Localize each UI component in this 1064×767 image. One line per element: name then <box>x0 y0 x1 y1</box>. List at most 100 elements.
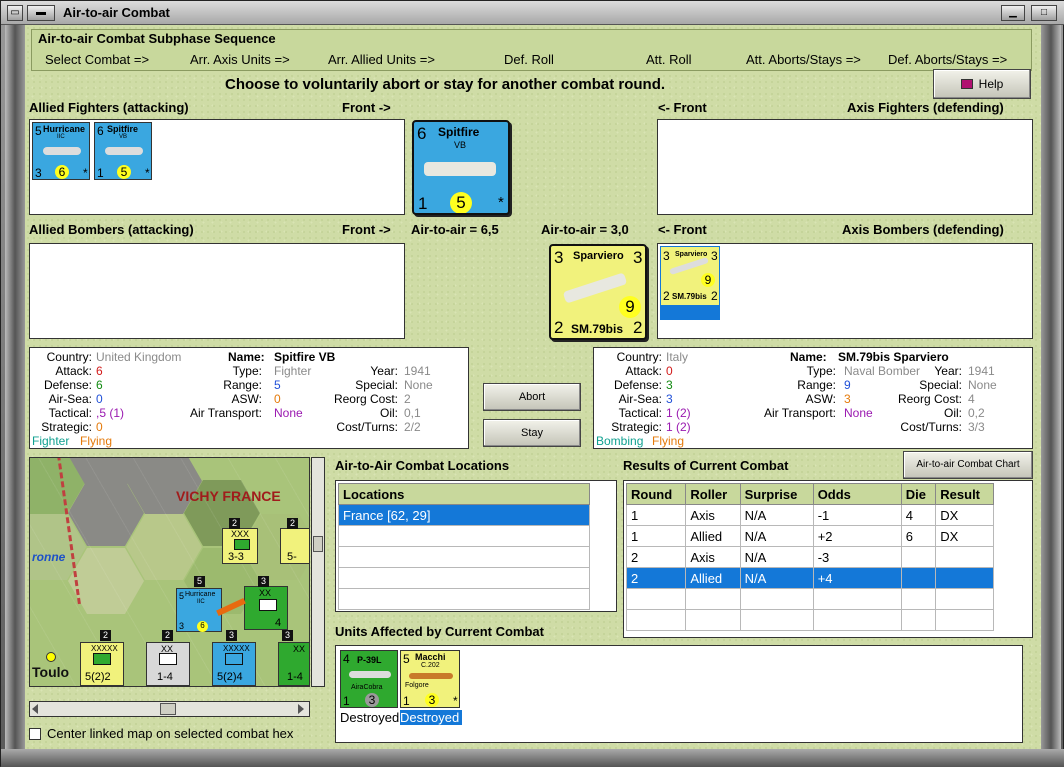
active-axis-counter[interactable]: 3 Sparviero 3 9 2 SM.79bis 2 <box>549 244 647 340</box>
active-allied-counter[interactable]: 6 Spitfire VB 1 5 * <box>412 120 510 215</box>
map-unit-counter[interactable]: XX 1-4 <box>278 642 309 686</box>
front-right-label-2: Front -> <box>342 222 391 237</box>
map-unit-counter[interactable]: XXXXX 5(2)4 <box>212 642 256 686</box>
seq-step: Def. Aborts/Stays => <box>888 52 1008 67</box>
unit-counter[interactable]: 3 Sparviero 3 9 2 SM.79bis 2 <box>660 246 720 320</box>
col-roller: Roller <box>685 483 741 505</box>
frame-right <box>1041 25 1061 761</box>
plane-icon <box>105 147 143 155</box>
front-right-label: Front -> <box>342 100 391 115</box>
spitfire-plane-icon <box>424 162 496 176</box>
range-dot: 9 <box>701 273 715 287</box>
subphase-sequence: Air-to-air Combat Subphase Sequence Sele… <box>31 29 1032 71</box>
map-unit-counter[interactable]: XXX 3-3 <box>222 528 258 564</box>
locations-list[interactable]: Locations France [62, 29] <box>335 480 617 612</box>
range-dot: 5 <box>117 165 131 179</box>
abort-button[interactable]: Abort <box>483 383 581 411</box>
front-left-label-2: <- Front <box>658 222 707 237</box>
unit-type-icon <box>159 653 177 665</box>
col-odds: Odds <box>812 483 902 505</box>
stay-button[interactable]: Stay <box>483 419 581 447</box>
unit-type-icon <box>93 653 111 665</box>
air-to-air-axis: Air-to-air = 3,0 <box>541 222 629 237</box>
range-dot: 9 <box>619 296 641 318</box>
seq-step: Arr. Allied Units => <box>328 52 435 67</box>
result-row[interactable]: 2 Axis N/A -3 <box>625 546 994 568</box>
selected-bar <box>661 305 719 319</box>
unit-type-icon <box>259 599 277 611</box>
col-surprise: Surprise <box>739 483 814 505</box>
title-bar: ▭ ▬ Air-to-air Combat ▁ □ <box>1 1 1064 25</box>
result-row[interactable]: 1 Allied N/A +2 6 DX <box>625 525 994 547</box>
city-label: Toulo <box>32 664 70 680</box>
map-unit-counter[interactable]: 5- <box>280 528 309 564</box>
scroll-left-icon[interactable] <box>32 704 38 714</box>
map-vertical-scrollbar[interactable] <box>311 457 325 687</box>
window-menu-icon[interactable]: ▬ <box>27 5 55 21</box>
unit-counter[interactable]: 6 Spitfire VB 1 5 * <box>94 122 152 180</box>
unit-counter[interactable]: 5 Hurricane IIC 3 6 * <box>32 122 90 180</box>
seq-step: Def. Roll <box>504 52 554 67</box>
stack-count: 2 <box>162 630 173 641</box>
stack-count: 2 <box>100 630 111 641</box>
help-button[interactable]: Help <box>933 69 1031 99</box>
results-table-panel: Round Roller Surprise Odds Die Result 1A… <box>623 480 1033 638</box>
range-dot: 3 <box>365 693 379 707</box>
maximize-icon[interactable]: □ <box>1031 5 1057 21</box>
range-dot: 5 <box>450 192 472 213</box>
scroll-thumb[interactable] <box>313 536 323 552</box>
system-menu-icon[interactable]: ▭ <box>7 5 23 21</box>
plane-icon <box>43 147 81 155</box>
axis-bombers-panel[interactable]: 3 Sparviero 3 9 2 SM.79bis 2 <box>657 243 1033 339</box>
location-row[interactable]: France [62, 29] <box>338 504 590 526</box>
frame-bottom <box>1 749 1064 767</box>
scroll-right-icon[interactable] <box>298 704 304 714</box>
river-label: ronne <box>32 550 66 564</box>
unit-type-icon <box>225 653 243 665</box>
center-map-checkbox[interactable] <box>29 728 41 740</box>
bomber-plane-icon <box>669 256 709 276</box>
region-label: VICHY FRANCE <box>176 488 281 504</box>
linked-map[interactable]: VICHY FRANCE ronne Toulo XXX 3-3 2 5- 2 X… <box>29 457 310 687</box>
minimize-icon[interactable]: ▁ <box>1001 5 1025 21</box>
window: ▭ ▬ Air-to-air Combat ▁ □ Air-to-air Com… <box>0 0 1064 767</box>
range-dot: 3 <box>425 693 439 707</box>
result-row[interactable]: 2 Allied N/A +4 <box>625 567 994 589</box>
scroll-thumb[interactable] <box>160 703 176 715</box>
window-title: Air-to-air Combat <box>63 5 170 20</box>
unit-counter[interactable]: 4 P-39L AiraCobra 1 3 <box>340 650 398 708</box>
col-die: Die <box>900 483 937 505</box>
stack-count: 5 <box>194 576 205 587</box>
col-result: Result <box>935 483 994 505</box>
stack-count: 3 <box>226 630 237 641</box>
help-label: Help <box>978 77 1004 91</box>
seq-step: Select Combat => <box>45 52 150 67</box>
axis-unit-info: Country: Italy Attack: 0 Defense: 3 Air-Sea… <box>593 347 1033 449</box>
city-dot <box>46 652 56 662</box>
stack-count: 2 <box>229 518 240 529</box>
stack-count: 3 <box>282 630 293 641</box>
allied-fighters-panel[interactable]: 5 Hurricane IIC 3 6 * 6 Spitfire VB 1 5 … <box>29 119 405 215</box>
air-to-air-allied: Air-to-air = 6,5 <box>411 222 499 237</box>
result-row[interactable]: 1 Axis N/A -1 4 DX <box>625 504 994 526</box>
allied-bombers-panel[interactable] <box>29 243 405 339</box>
map-unit-counter[interactable]: XX 1-4 <box>146 642 190 686</box>
affected-title: Units Affected by Current Combat <box>335 624 544 639</box>
axis-fighters-label: Axis Fighters (defending) <box>847 100 1004 115</box>
map-horizontal-scrollbar[interactable] <box>29 701 310 717</box>
sequence-title: Air-to-air Combat Subphase Sequence <box>38 31 276 46</box>
axis-fighters-panel[interactable] <box>657 119 1033 215</box>
map-unit-counter[interactable]: XXXXX 5(2)2 <box>80 642 124 686</box>
map-unit-counter[interactable]: XX 4 <box>244 586 288 630</box>
col-round: Round <box>625 483 687 505</box>
unit-status-selected: Destroyed <box>400 710 462 725</box>
main-content: Air-to-air Combat Subphase Sequence Sele… <box>25 25 1041 749</box>
plane-icon <box>349 671 391 678</box>
seq-step: Att. Aborts/Stays => <box>746 52 861 67</box>
instruction-prompt: Choose to voluntarily abort or stay for … <box>225 76 666 93</box>
center-map-label: Center linked map on selected combat hex <box>47 726 294 741</box>
combat-chart-button[interactable]: Air-to-air Combat Chart <box>903 451 1033 479</box>
unit-counter[interactable]: 5 Macchi C.202 Folgore 1 3 * <box>400 650 460 708</box>
seq-step: Arr. Axis Units => <box>190 52 290 67</box>
frame-left <box>5 25 25 761</box>
